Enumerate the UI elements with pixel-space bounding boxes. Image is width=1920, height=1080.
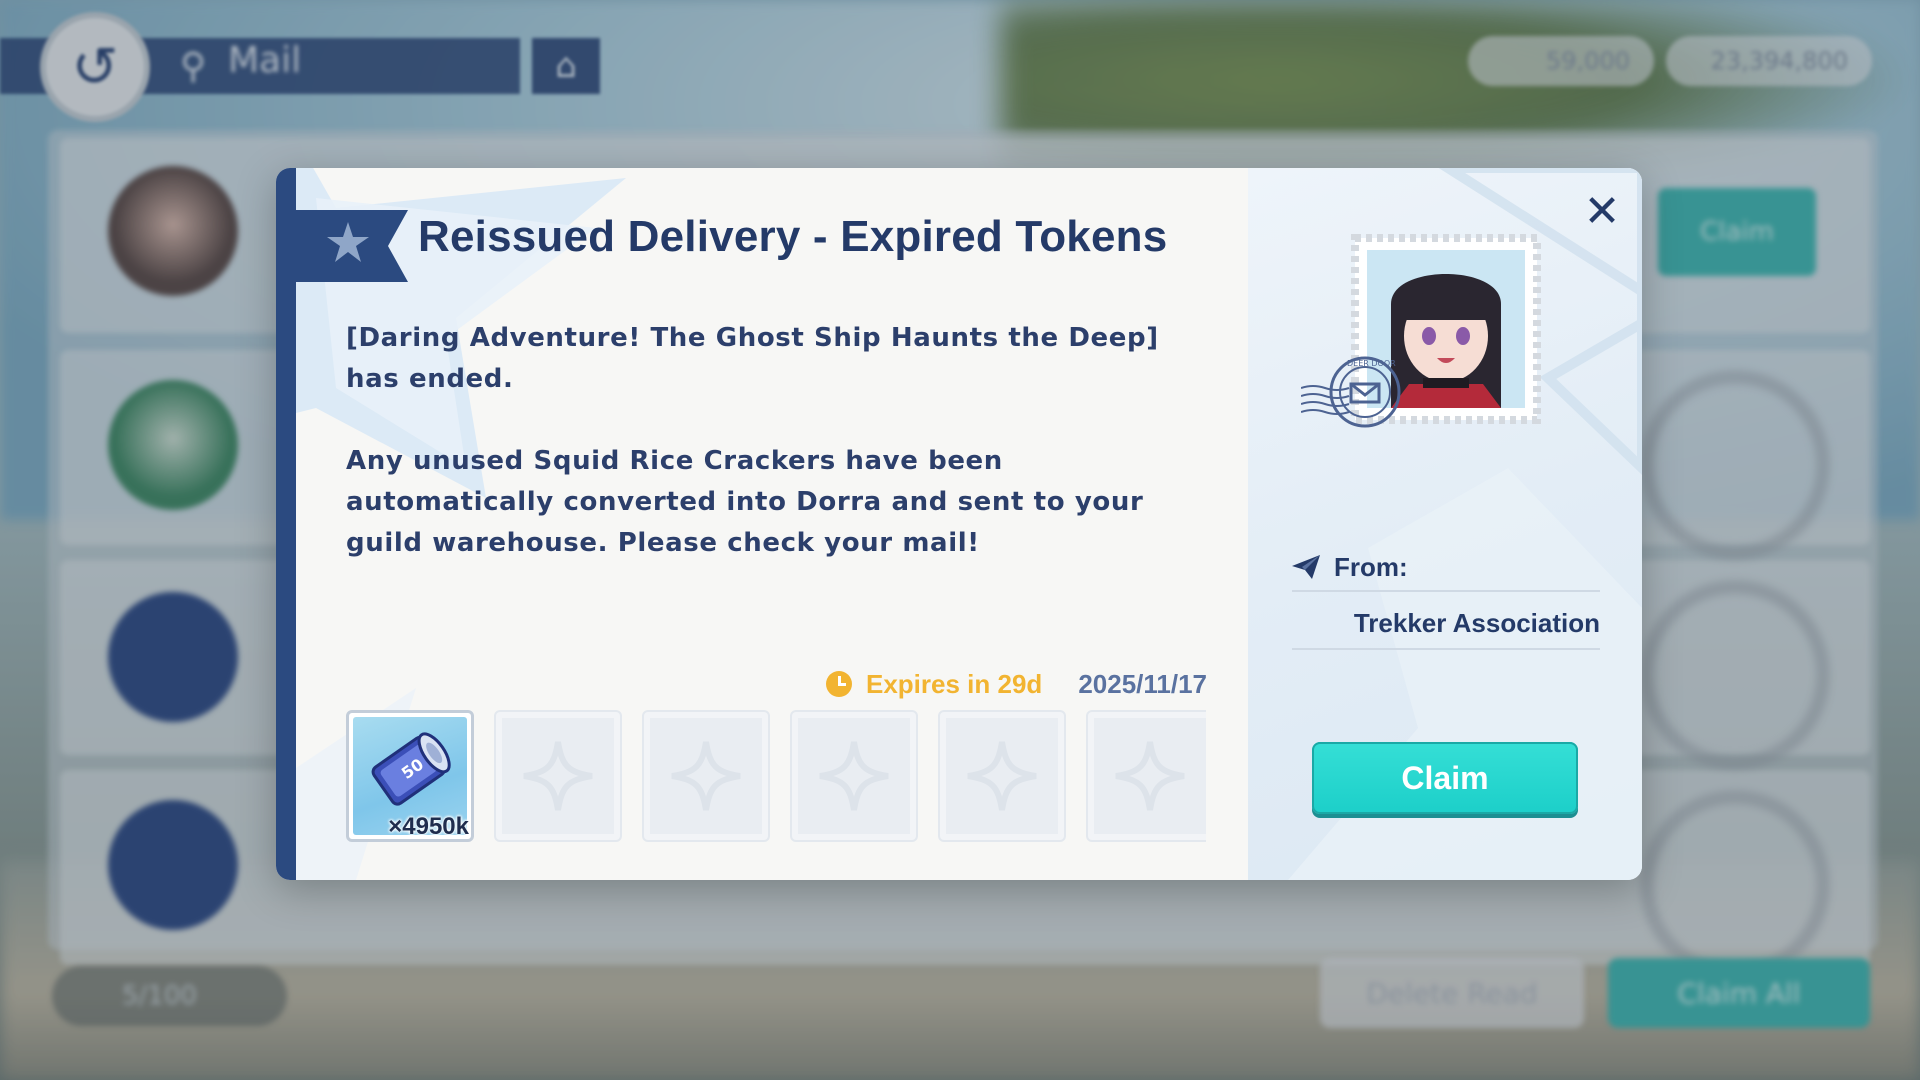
close-icon: ✕ [1583,185,1621,237]
mail-body-paragraph: Any unused Squid Rice Crackers have been… [346,446,1144,558]
attachment-item[interactable]: 50 ×4950k [346,710,474,842]
expires-label: Expires in 29d [866,668,1043,699]
dialog-edge-stripe [276,168,296,880]
mail-title: Reissued Delivery - Expired Tokens [418,212,1168,261]
close-button[interactable]: ✕ [1579,185,1625,237]
sparkle-placeholder-icon [819,741,889,811]
mail-body-paragraph: [Daring Adventure! The Ghost Ship Haunts… [346,323,1159,394]
star-ribbon-icon [296,210,408,282]
empty-attachment-slot [790,710,918,842]
empty-attachment-slot [494,710,622,842]
mail-date: 2025/11/17 [1078,668,1208,699]
sparkle-placeholder-icon [523,741,593,811]
empty-attachment-slot [642,710,770,842]
attachment-slots: 50 ×4950k [346,710,1206,844]
empty-attachment-slot [1086,710,1206,842]
sparkle-placeholder-icon [967,741,1037,811]
mail-body: [Daring Adventure! The Ghost Ship Haunts… [346,318,1206,564]
empty-attachment-slot [938,710,1066,842]
clock-icon [826,671,852,697]
sparkle-placeholder-icon [671,741,741,811]
claim-button[interactable]: Claim [1312,742,1578,814]
expiry-info: Expires in 29d 2025/11/17 [826,668,1207,700]
sparkle-placeholder-icon [1115,741,1185,811]
attachment-quantity: ×4950k [388,813,469,840]
